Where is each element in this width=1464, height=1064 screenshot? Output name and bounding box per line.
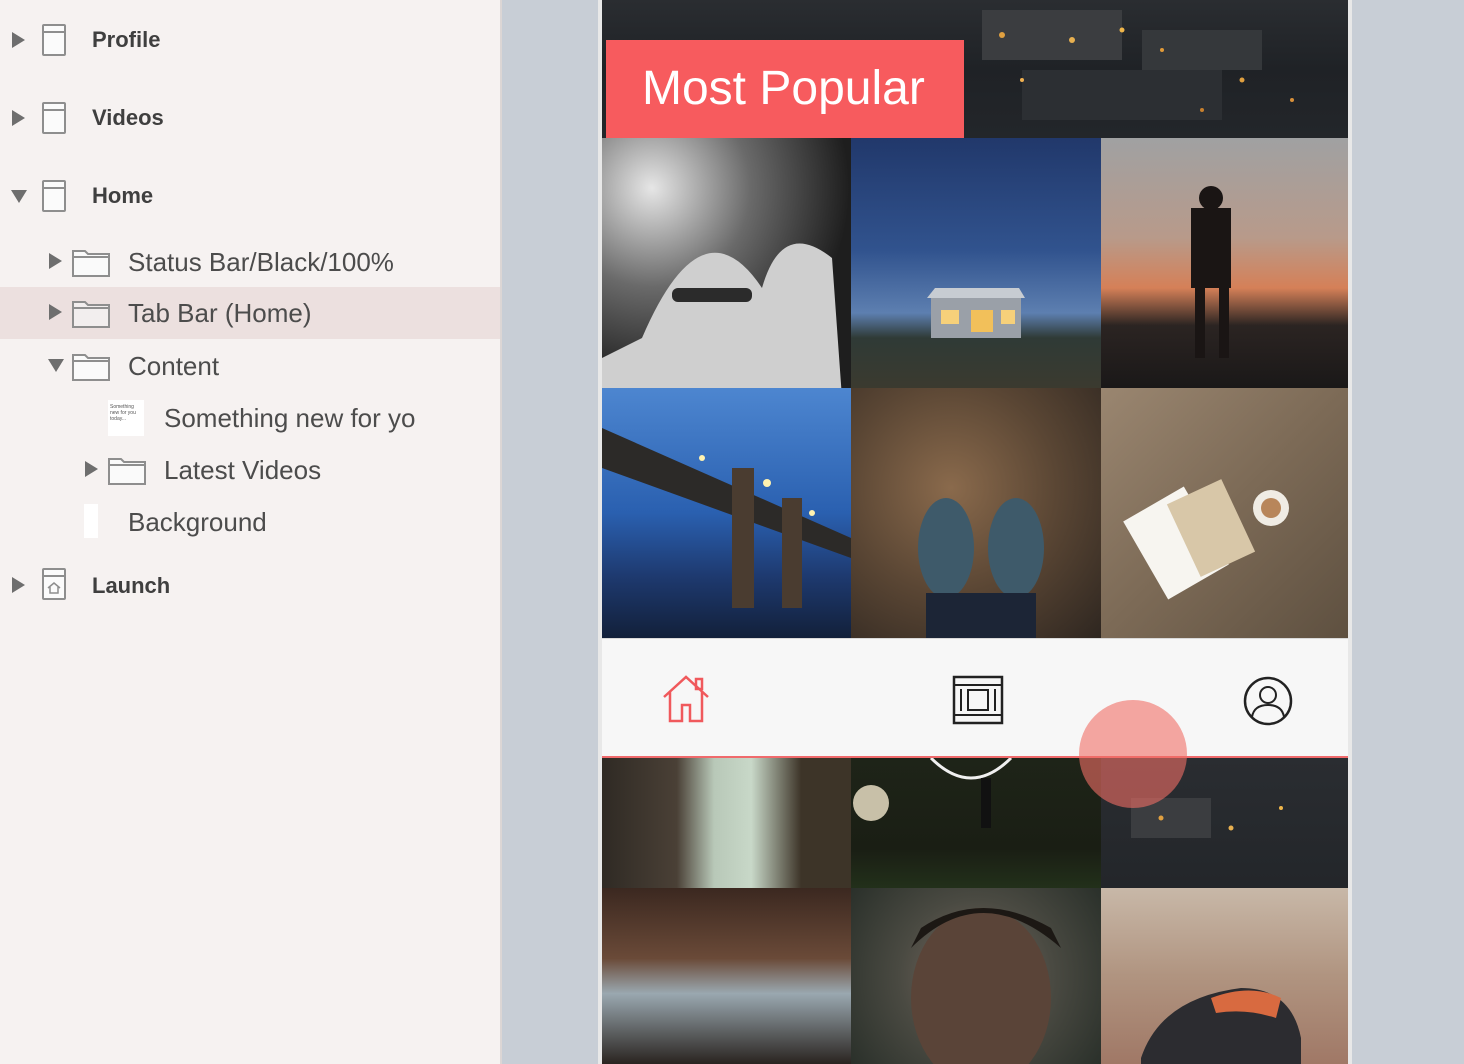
photo-person-forest[interactable] bbox=[602, 758, 851, 888]
layers-panel: Profile Videos Home Status Bar/Black/100… bbox=[0, 0, 502, 1064]
folder-icon bbox=[72, 354, 110, 381]
disclosure-right-icon[interactable] bbox=[49, 253, 62, 269]
design-canvas[interactable]: Most Popular bbox=[502, 0, 1464, 1064]
home-artboard[interactable]: Most Popular bbox=[598, 0, 1352, 1064]
photo-bridge[interactable] bbox=[602, 388, 851, 638]
layer-row-videos[interactable]: Videos bbox=[0, 92, 500, 144]
layer-label: Launch bbox=[92, 573, 171, 598]
folder-icon bbox=[72, 301, 110, 328]
layer-row-tab-bar[interactable]: Tab Bar (Home) bbox=[0, 287, 500, 339]
layer-label: Background bbox=[128, 507, 267, 537]
artboard-icon bbox=[42, 102, 66, 134]
launch-artboard-icon bbox=[42, 568, 66, 600]
layer-row-latest-videos[interactable]: Latest Videos bbox=[0, 444, 500, 496]
layer-row-background[interactable]: Background bbox=[0, 496, 500, 548]
text-layer-thumbnail: Something new for you today... bbox=[108, 400, 144, 436]
touch-indicator bbox=[1079, 700, 1187, 808]
disclosure-right-icon[interactable] bbox=[12, 110, 25, 126]
home-icon[interactable] bbox=[660, 673, 712, 725]
artboard-icon bbox=[42, 24, 66, 56]
profile-icon[interactable] bbox=[1242, 675, 1294, 727]
disclosure-down-icon[interactable] bbox=[48, 359, 64, 372]
layer-row-home[interactable]: Home bbox=[0, 170, 500, 222]
layer-label: Latest Videos bbox=[164, 455, 322, 485]
layer-label: Something new for yo bbox=[164, 403, 416, 433]
layer-label: Profile bbox=[92, 27, 161, 52]
photo-restaurant[interactable] bbox=[602, 888, 851, 1064]
layer-label: Status Bar/Black/100% bbox=[128, 247, 394, 277]
layer-label: Home bbox=[92, 183, 154, 208]
tab-bar bbox=[602, 638, 1348, 758]
photo-house[interactable] bbox=[851, 138, 1101, 388]
layer-label: Tab Bar (Home) bbox=[128, 298, 312, 328]
film-icon[interactable] bbox=[952, 675, 1004, 725]
disclosure-right-icon[interactable] bbox=[85, 461, 98, 477]
most-popular-banner: Most Popular bbox=[606, 40, 964, 138]
disclosure-right-icon[interactable] bbox=[49, 304, 62, 320]
layer-row-content[interactable]: Content bbox=[0, 340, 500, 392]
photo-moon[interactable] bbox=[851, 758, 1101, 888]
layer-row-launch[interactable]: Launch bbox=[0, 560, 500, 612]
disclosure-right-icon[interactable] bbox=[12, 32, 25, 48]
photo-hiker[interactable] bbox=[1101, 138, 1348, 388]
layer-row-profile[interactable]: Profile bbox=[0, 14, 500, 66]
photo-man-portrait[interactable] bbox=[851, 888, 1101, 1064]
layer-label: Content bbox=[128, 351, 220, 381]
folder-icon bbox=[108, 458, 146, 485]
artboard-icon bbox=[42, 180, 66, 212]
disclosure-right-icon[interactable] bbox=[12, 577, 25, 593]
layer-row-status-bar[interactable]: Status Bar/Black/100% bbox=[0, 236, 500, 288]
rectangle-icon bbox=[84, 504, 98, 538]
disclosure-down-icon[interactable] bbox=[11, 190, 27, 203]
photo-snowboard[interactable] bbox=[602, 138, 851, 388]
folder-icon bbox=[72, 250, 110, 277]
photo-shoes-leaves[interactable] bbox=[851, 388, 1101, 638]
photo-desk-coffee[interactable] bbox=[1101, 388, 1348, 638]
photo-climbing-shoe[interactable] bbox=[1101, 888, 1348, 1064]
layer-label: Videos bbox=[92, 105, 164, 130]
layer-row-text[interactable]: Something new for you today... Something… bbox=[0, 392, 500, 444]
